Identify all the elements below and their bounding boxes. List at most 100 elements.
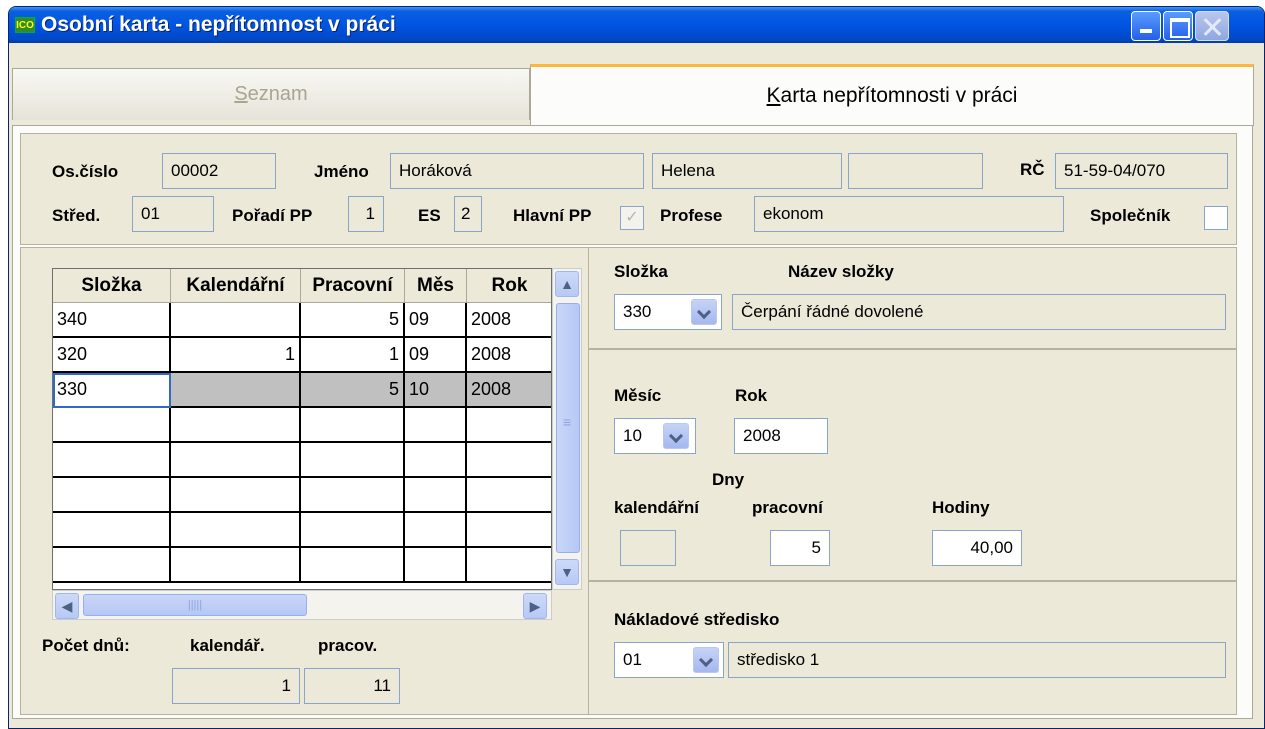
- prijmeni-field[interactable]: Horáková: [390, 153, 644, 189]
- grid-cell[interactable]: 1: [171, 338, 301, 373]
- scroll-left-icon[interactable]: ◀: [55, 593, 79, 619]
- grid-cell[interactable]: [405, 478, 467, 513]
- rok-label: Rok: [735, 386, 768, 405]
- grid-horizontal-thumb[interactable]: |||||: [83, 594, 307, 616]
- grid-cell[interactable]: [467, 443, 551, 478]
- poradi-label: Pořadí PP: [232, 206, 313, 225]
- grid-cell[interactable]: [53, 548, 171, 583]
- kalendarni-field: [620, 530, 676, 566]
- rc-field[interactable]: 51-59-04/070: [1055, 153, 1228, 189]
- grid-cell[interactable]: 330: [53, 373, 171, 408]
- grid-cell[interactable]: [467, 408, 551, 443]
- pracov-total-field: 11: [304, 668, 400, 704]
- grid-column-header[interactable]: Rok: [467, 269, 551, 303]
- chevron-down-icon[interactable]: [663, 423, 689, 449]
- check-icon: ✓: [625, 209, 639, 226]
- stred-field[interactable]: 01: [132, 196, 214, 232]
- kalendar-total-field: 1: [172, 668, 300, 704]
- close-button[interactable]: [1195, 11, 1229, 41]
- es-field[interactable]: 2: [454, 196, 482, 232]
- minimize-button[interactable]: [1131, 11, 1161, 41]
- grid-cell[interactable]: [171, 513, 301, 548]
- grid-cell[interactable]: 2008: [467, 338, 551, 373]
- poradi-field[interactable]: 1: [348, 196, 384, 232]
- grid-cell[interactable]: [301, 548, 405, 583]
- grid-cell[interactable]: [171, 408, 301, 443]
- grid-cell[interactable]: [53, 513, 171, 548]
- mesic-select[interactable]: 10: [614, 418, 696, 454]
- grid-column-header[interactable]: Kalendářní: [171, 269, 301, 303]
- scroll-right-icon[interactable]: ▶: [523, 593, 547, 619]
- hlavni-pp-checkbox[interactable]: ✓: [620, 206, 644, 230]
- kalendarni-label: kalendářní: [614, 498, 700, 517]
- stredisko-select[interactable]: 01: [614, 642, 724, 678]
- grid-cell[interactable]: [171, 548, 301, 583]
- rok-field[interactable]: 2008: [734, 418, 828, 454]
- pracovni-field[interactable]: 5: [770, 530, 830, 566]
- mesic-label: Měsíc: [614, 386, 662, 405]
- slozka-select[interactable]: 330: [614, 294, 722, 330]
- grid-cell[interactable]: 5: [301, 303, 405, 338]
- grid-column-header[interactable]: Měs: [405, 269, 467, 303]
- grid-cell[interactable]: [171, 373, 301, 408]
- grid-cell[interactable]: [301, 443, 405, 478]
- scroll-down-icon[interactable]: ▼: [555, 559, 579, 585]
- titul-field[interactable]: [848, 153, 983, 189]
- scroll-up-icon[interactable]: ▲: [555, 271, 579, 297]
- grid-cell[interactable]: [301, 478, 405, 513]
- grid-cell[interactable]: [467, 478, 551, 513]
- grid-cell[interactable]: [171, 443, 301, 478]
- slozka-select-value: 330: [623, 302, 652, 321]
- hodiny-field[interactable]: 40,00: [932, 530, 1022, 566]
- tab-seznam-label: eznam: [247, 83, 308, 105]
- grid-cell[interactable]: [53, 478, 171, 513]
- dny-label: Dny: [712, 470, 745, 489]
- os-cislo-field[interactable]: 00002: [162, 153, 276, 189]
- profese-field[interactable]: ekonom: [754, 196, 1064, 232]
- grid-cell[interactable]: [53, 408, 171, 443]
- grid-horizontal-scrollbar[interactable]: ◀ ||||| ▶: [52, 590, 552, 620]
- grid-cell[interactable]: [53, 443, 171, 478]
- grid-cell[interactable]: [171, 303, 301, 338]
- spolecnik-checkbox[interactable]: [1204, 206, 1228, 230]
- grid-cell[interactable]: [405, 548, 467, 583]
- tab-karta[interactable]: Karta nepřítomnosti v práci: [530, 64, 1254, 126]
- grid-vertical-scrollbar[interactable]: ▲ ▼: [552, 268, 582, 590]
- grid-cell[interactable]: 5: [301, 373, 405, 408]
- profese-label: Profese: [660, 206, 723, 225]
- grid-cell[interactable]: 1: [301, 338, 405, 373]
- grid-cell[interactable]: [301, 513, 405, 548]
- grid-cell[interactable]: 10: [405, 373, 467, 408]
- pracov-total-label: pracov.: [318, 636, 378, 655]
- grid-cell[interactable]: 09: [405, 338, 467, 373]
- chevron-down-icon[interactable]: [691, 299, 717, 325]
- grid-cell[interactable]: [301, 408, 405, 443]
- tab-seznam[interactable]: Seznam: [12, 68, 530, 120]
- window-title: Osobní karta - nepřítomnost v práci: [41, 13, 396, 36]
- grid-cell[interactable]: 340: [53, 303, 171, 338]
- jmeno-label: Jméno: [314, 162, 369, 181]
- maximize-button[interactable]: [1163, 11, 1193, 41]
- grid-cell[interactable]: 2008: [467, 303, 551, 338]
- grid-column-header[interactable]: Pracovní: [301, 269, 405, 303]
- absence-grid[interactable]: Složka Kalendářní Pracovní Měs Rok 340 5 09 2008…: [52, 268, 552, 590]
- stredisko-select-value: 01: [623, 650, 642, 669]
- grid-cell[interactable]: 320: [53, 338, 171, 373]
- grid-cell[interactable]: [467, 513, 551, 548]
- chevron-down-icon[interactable]: [693, 647, 719, 673]
- grid-cell[interactable]: 2008: [467, 373, 551, 408]
- jmeno-field[interactable]: Helena: [652, 153, 842, 189]
- grid-cell[interactable]: [405, 408, 467, 443]
- grid-cell[interactable]: [405, 443, 467, 478]
- pracovni-label: pracovní: [752, 498, 823, 517]
- grid-column-header[interactable]: Složka: [53, 269, 171, 303]
- grid-cell[interactable]: [171, 478, 301, 513]
- grid-cell[interactable]: [467, 548, 551, 583]
- stredisko-name-field: středisko 1: [728, 642, 1226, 678]
- title-bar[interactable]: ICO Osobní karta - nepřítomnost v práci: [9, 7, 1264, 43]
- grid-cell[interactable]: [405, 513, 467, 548]
- grid-vertical-thumb[interactable]: [556, 303, 580, 553]
- stred-label: Střed.: [52, 206, 101, 225]
- hodiny-label: Hodiny: [932, 498, 990, 517]
- grid-cell[interactable]: 09: [405, 303, 467, 338]
